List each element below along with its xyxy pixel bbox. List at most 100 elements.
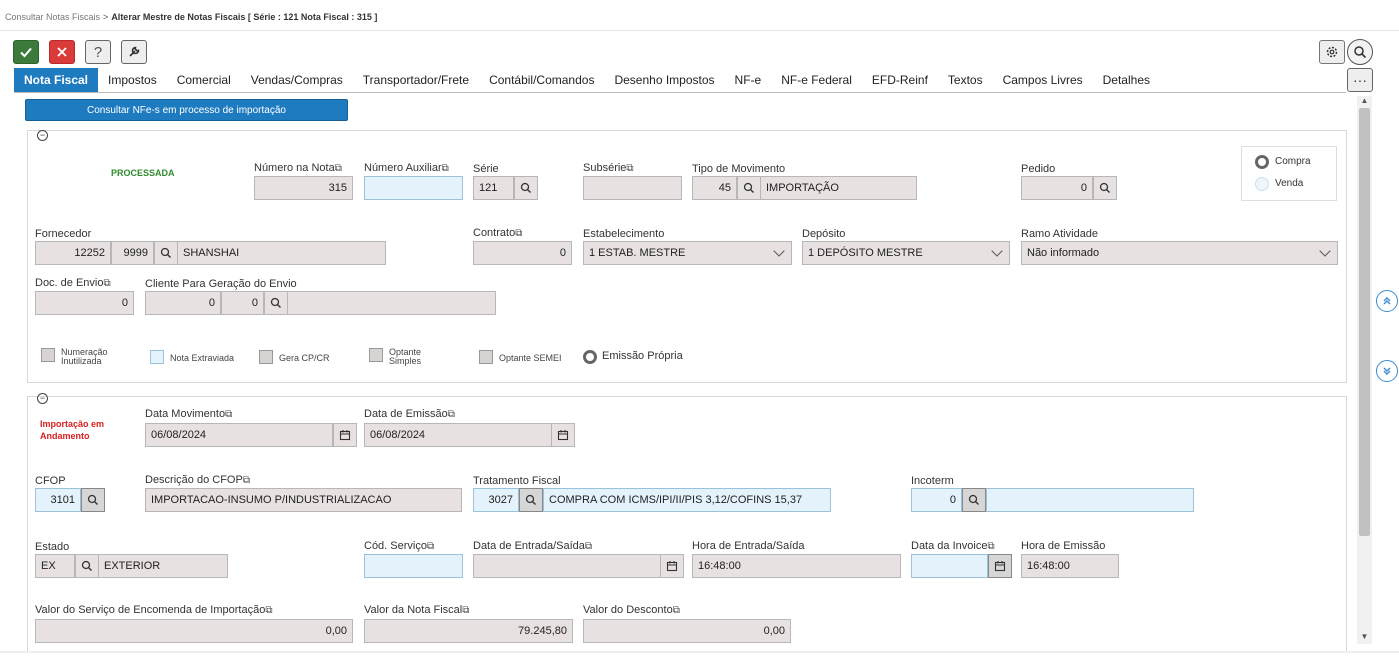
serie-field[interactable]: 121 [473,176,514,200]
doc-envio-field[interactable]: 0 [35,291,134,315]
tipo-movimento-desc-field[interactable]: IMPORTAÇÃO [760,176,917,200]
confirm-button[interactable] [13,40,39,64]
tratamento-fiscal-code-field[interactable]: 3027 [473,488,519,512]
cliente-envio-name-field[interactable] [287,291,496,315]
fornecedor-name-field[interactable]: SHANSHAI [177,241,386,265]
copy-icon[interactable]: ⧉ [265,605,272,616]
radio-venda[interactable] [1255,177,1269,191]
valor-servico-field[interactable]: 0,00 [35,619,353,643]
scroll-thumb[interactable] [1359,108,1370,536]
incoterm-desc-field[interactable] [986,488,1194,512]
cod-servico-field[interactable] [364,554,463,578]
copy-icon[interactable]: ⧉ [243,475,250,486]
vertical-scrollbar[interactable]: ▲ ▼ [1357,96,1372,644]
ramo-atividade-select[interactable]: Não informado [1021,241,1338,265]
tab-campos-livres[interactable]: Campos Livres [993,68,1093,92]
hora-entrada-field[interactable]: 16:48:00 [692,554,901,578]
cfop-field[interactable]: 3101 [35,488,81,512]
descricao-cfop-field[interactable]: IMPORTACAO-INSUMO P/INDUSTRIALIZACAO [145,488,462,512]
scroll-bottom-button[interactable] [1376,360,1398,382]
estabelecimento-select[interactable]: 1 ESTAB. MESTRE [583,241,792,265]
valor-desconto-field[interactable]: 0,00 [583,619,791,643]
tab-transportador-frete[interactable]: Transportador/Frete [353,68,479,92]
copy-icon[interactable]: ⧉ [515,228,522,239]
data-movimento-field[interactable]: 06/08/2024 [145,423,333,447]
tratamento-fiscal-desc-field[interactable]: COMPRA COM ICMS/IPI/II/PIS 3,12/COFINS 1… [543,488,831,512]
data-invoice-calendar-button[interactable] [988,554,1012,578]
serie-lookup-button[interactable] [514,176,538,200]
scroll-down-icon[interactable]: ▼ [1357,632,1372,641]
copy-icon[interactable]: ⧉ [585,541,592,552]
tab-nota-fiscal[interactable]: Nota Fiscal [14,68,99,92]
checkbox-numeracao-inutilizada[interactable] [41,348,55,362]
data-emissao-field[interactable]: 06/08/2024 [364,423,552,447]
copy-icon[interactable]: ⧉ [335,163,342,174]
scroll-up-icon[interactable]: ▲ [1357,96,1372,105]
copy-icon[interactable]: ⧉ [103,278,110,289]
copy-icon[interactable]: ⧉ [462,605,469,616]
pedido-lookup-button[interactable] [1093,176,1117,200]
tratamento-fiscal-lookup-button[interactable] [519,488,543,512]
cancel-button[interactable] [49,40,75,64]
estado-lookup-button[interactable] [75,554,99,578]
data-invoice-field[interactable] [911,554,988,578]
estado-desc-field[interactable]: EXTERIOR [98,554,228,578]
tab-contabil-comandos[interactable]: Contábil/Comandos [479,68,604,92]
incoterm-code-field[interactable]: 0 [911,488,962,512]
tab-desenho-impostos[interactable]: Desenho Impostos [604,68,724,92]
tipo-movimento-code-field[interactable]: 45 [692,176,737,200]
tools-button[interactable] [121,40,147,64]
help-button[interactable]: ? [85,40,111,64]
tab-impostos[interactable]: Impostos [98,68,167,92]
breadcrumb-parent[interactable]: Consultar Notas Fiscais [5,12,100,22]
cliente-envio-lookup-button[interactable] [264,291,288,315]
radio-emissao-propria[interactable] [583,350,597,364]
tab-vendas-compras[interactable]: Vendas/Compras [241,68,353,92]
tab-nfe-federal[interactable]: NF-e Federal [771,68,862,92]
copy-icon[interactable]: ⧉ [442,163,449,174]
cliente-envio-code1-field[interactable]: 0 [145,291,221,315]
collapse-icon[interactable]: − [37,130,48,141]
data-entrada-field[interactable] [473,554,661,578]
tab-efd-reinf[interactable]: EFD-Reinf [862,68,938,92]
subserie-field[interactable] [583,176,682,200]
import-nfe-button[interactable]: Consultar NFe-s em processo de importaçã… [25,99,348,121]
checkbox-optante-simples[interactable] [369,348,383,362]
tab-detalhes[interactable]: Detalhes [1093,68,1160,92]
numero-auxiliar-field[interactable] [364,176,463,200]
data-emissao-calendar-button[interactable] [551,423,575,447]
copy-icon[interactable]: ⧉ [225,409,232,420]
tipo-movimento-lookup-button[interactable] [737,176,761,200]
tab-textos[interactable]: Textos [938,68,993,92]
fornecedor-code1-field[interactable]: 12252 [35,241,111,265]
checkbox-nota-extraviada[interactable] [150,350,164,364]
incoterm-lookup-button[interactable] [962,488,986,512]
checkbox-optante-semei[interactable] [479,350,493,364]
copy-icon[interactable]: ⧉ [427,541,434,552]
fornecedor-lookup-button[interactable] [154,241,178,265]
scroll-top-button[interactable] [1376,290,1398,312]
contrato-field[interactable]: 0 [473,241,572,265]
copy-icon[interactable]: ⧉ [448,409,455,420]
estado-code-field[interactable]: EX [35,554,75,578]
settings-button[interactable] [1319,40,1345,64]
tab-comercial[interactable]: Comercial [167,68,241,92]
copy-icon[interactable]: ⧉ [626,163,633,174]
deposito-select[interactable]: 1 DEPÓSITO MESTRE [802,241,1010,265]
fornecedor-code2-field[interactable]: 9999 [111,241,154,265]
data-movimento-calendar-button[interactable] [333,423,357,447]
more-tabs-button[interactable]: ··· [1347,68,1373,92]
collapse-icon[interactable]: − [37,393,48,404]
pedido-field[interactable]: 0 [1021,176,1093,200]
radio-compra[interactable] [1255,155,1269,169]
copy-icon[interactable]: ⧉ [987,541,994,552]
cliente-envio-code2-field[interactable]: 0 [221,291,264,315]
checkbox-gera-cp-cr[interactable] [259,350,273,364]
tab-nfe[interactable]: NF-e [725,68,772,92]
cfop-lookup-button[interactable] [81,488,105,512]
hora-emissao-field[interactable]: 16:48:00 [1021,554,1119,578]
copy-icon[interactable]: ⧉ [673,605,680,616]
valor-nota-field[interactable]: 79.245,80 [364,619,573,643]
search-button[interactable] [1347,39,1373,65]
numero-nota-field[interactable]: 315 [254,176,353,200]
